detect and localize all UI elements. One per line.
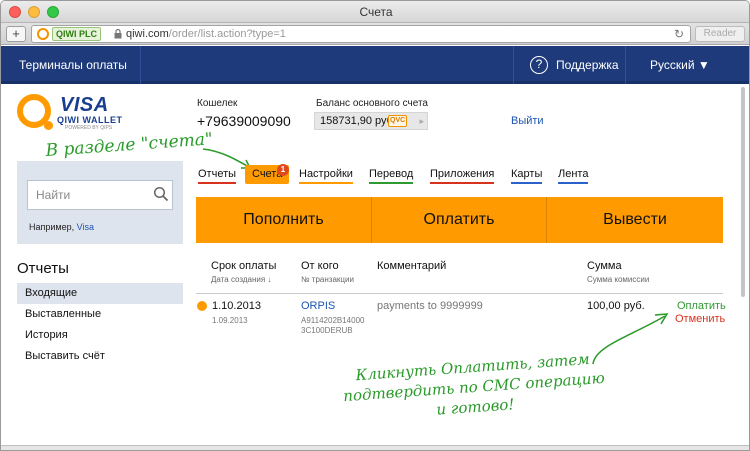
col-header-due: Срок оплаты — [211, 260, 277, 272]
search-hint-prefix: Например, — [29, 222, 75, 232]
help-icon: ? — [530, 56, 548, 74]
col-header-from: От кого — [301, 260, 339, 272]
support-label: Поддержка — [556, 58, 619, 72]
search-hint: Например, Visa — [29, 222, 94, 232]
tab-transfer[interactable]: Перевод — [369, 168, 414, 184]
tab-feed[interactable]: Лента — [558, 168, 589, 184]
tab-apps[interactable]: Приложения — [430, 168, 495, 184]
sidebar-item-incoming[interactable]: Входящие — [17, 283, 183, 304]
support-link[interactable]: ? Поддержка — [513, 46, 625, 84]
browser-window: Счета + QIWI PLC qiwi.com/order/list.act… — [0, 0, 750, 451]
col-header-amount: Сумма — [587, 260, 622, 272]
col-sub-created[interactable]: Дата создания ↓ — [211, 275, 271, 284]
logo-wallet-text: QIWI WALLET — [57, 115, 123, 125]
qiwi-visa-logo[interactable]: VISA QIWI WALLET POWERED BY QIPS — [17, 94, 137, 138]
sidebar-title: Отчеты — [17, 260, 69, 277]
clock-icon — [197, 301, 207, 311]
row-comment: payments to 9999999 — [377, 300, 483, 312]
row-pay-link[interactable]: Оплатить — [677, 300, 726, 312]
withdraw-button[interactable]: Вывести — [546, 197, 723, 243]
action-buttons: Пополнить Оплатить Вывести — [196, 197, 723, 243]
page-scrollbar[interactable] — [741, 87, 745, 297]
address-bar[interactable]: QIWI PLC qiwi.com/order/list.action?type… — [31, 25, 691, 43]
terminals-link[interactable]: Терминалы оплаты — [19, 46, 141, 84]
row-transaction-line1: A9114202B14000 — [301, 316, 365, 325]
add-bookmark-button[interactable]: + — [6, 26, 26, 42]
logo-visa-text: VISA — [60, 94, 109, 116]
col-sub-transaction: № транзакции — [301, 275, 354, 284]
col-header-comment: Комментарий — [377, 260, 447, 272]
search-input[interactable]: Найти — [27, 180, 173, 210]
qiwi-logo-icon — [17, 94, 53, 130]
language-selector[interactable]: Русский ▼ — [625, 46, 749, 84]
browser-toolbar: + QIWI PLC qiwi.com/order/list.action?ty… — [1, 23, 749, 45]
currency-badge: QVC — [388, 115, 408, 127]
title-bar: Счета — [1, 1, 749, 23]
sidebar-item-issued[interactable]: Выставленные — [17, 304, 183, 325]
annotation-bottom: Кликнуть Оплатить, затем подтвердить по … — [342, 349, 606, 419]
row-from-link[interactable]: ORPIS — [301, 300, 335, 312]
pay-button[interactable]: Оплатить — [371, 197, 546, 243]
search-hint-link[interactable]: Visa — [77, 222, 94, 232]
row-cancel-link[interactable]: Отменить — [675, 313, 725, 325]
balance-label: Баланс основного счета — [316, 98, 428, 109]
lock-icon — [114, 29, 122, 39]
url-path: /order/list.action?type=1 — [168, 28, 286, 40]
topup-button[interactable]: Пополнить — [196, 197, 371, 243]
balance-dropdown-icon: ▸ — [419, 116, 424, 126]
reload-icon[interactable]: ↻ — [674, 26, 684, 42]
url-host: qiwi.com — [126, 28, 169, 40]
row-transaction-line2: 3C100DERUB — [301, 326, 353, 335]
invoices-count-badge: 1 — [277, 164, 289, 176]
search-panel: Найти Например, Visa — [17, 161, 183, 244]
table-divider — [196, 293, 723, 294]
col-sub-commission: Сумма комиссии — [587, 275, 650, 284]
qiwi-favicon-icon — [37, 28, 49, 40]
sidebar-item-create-invoice[interactable]: Выставить счёт — [17, 346, 183, 367]
url-text: qiwi.com/order/list.action?type=1 — [126, 26, 286, 42]
row-due-date: 1.10.2013 — [212, 300, 261, 312]
tab-cards[interactable]: Карты — [511, 168, 543, 184]
logo-powered-text: POWERED BY QIPS — [65, 125, 113, 131]
balance-selector[interactable]: 158731,90 руб. QVC ▸ — [314, 112, 428, 130]
window-title: Счета — [359, 5, 393, 19]
wallet-label: Кошелек — [197, 98, 238, 109]
window-bottom-bar — [1, 445, 749, 450]
reader-button[interactable]: Reader — [695, 26, 745, 42]
tab-settings[interactable]: Настройки — [299, 168, 353, 184]
row-created-date: 1.09.2013 — [212, 316, 248, 325]
tab-reports[interactable]: Отчеты — [198, 168, 237, 184]
wallet-number: +79639009090 — [197, 113, 291, 129]
balance-value: 158731,90 руб. — [320, 115, 397, 127]
logout-link[interactable]: Выйти — [511, 115, 544, 127]
sidebar-item-history[interactable]: История — [17, 325, 183, 346]
secure-site-badge: QIWI PLC — [52, 27, 101, 41]
search-icon[interactable] — [153, 186, 169, 202]
site-navigation: Терминалы оплаты ? Поддержка Русский ▼ — [1, 46, 749, 84]
